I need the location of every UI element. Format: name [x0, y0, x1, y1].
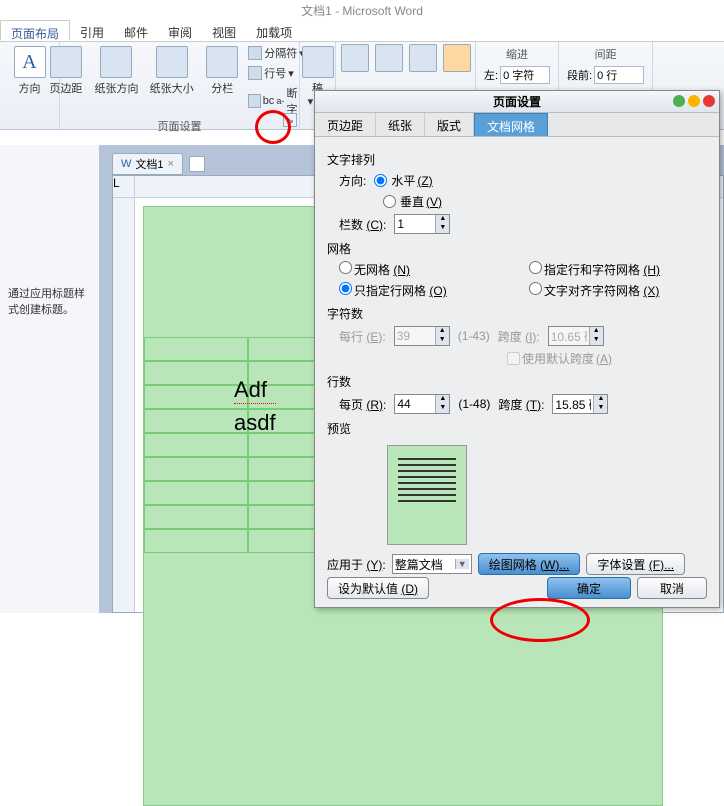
- indent-left-label: 左:: [484, 67, 498, 83]
- radio-no-grid[interactable]: 无网格 (N): [339, 261, 517, 278]
- dialog-tabs: 页边距 纸张 版式 文档网格: [315, 113, 719, 137]
- per-page-range: (1-48): [458, 397, 490, 411]
- minimize-button[interactable]: [673, 95, 685, 107]
- text-direction-button[interactable]: A 方向: [10, 44, 50, 98]
- columns-count-label: 栏数 (C):: [339, 216, 386, 233]
- ruler-corner: L: [113, 176, 135, 198]
- ribbon-tabs: 页面布局 引用 邮件 审阅 视图 加载项: [0, 20, 724, 42]
- lines-section: 行数: [327, 373, 707, 390]
- radio-horizontal[interactable]: 水平 (Z): [374, 172, 432, 189]
- watermark-icon: [302, 46, 334, 78]
- tab-references[interactable]: 引用: [70, 20, 114, 41]
- columns-button[interactable]: 分栏: [202, 44, 242, 118]
- tab-view[interactable]: 视图: [202, 20, 246, 41]
- indent-title: 缩进: [506, 46, 528, 62]
- per-line-spinner: ▲▼: [394, 326, 450, 346]
- ok-button[interactable]: 确定: [547, 577, 631, 599]
- preview-label: 预览: [327, 420, 707, 437]
- text-direction-section: 文字排列: [327, 151, 707, 168]
- columns-label: 分栏: [211, 80, 233, 96]
- orientation-icon: [100, 46, 132, 78]
- spacing-before-label: 段前:: [567, 67, 592, 83]
- breaks-label: 分隔符: [264, 45, 297, 61]
- apply-to-select[interactable]: 整篇文档▼: [392, 554, 472, 574]
- columns-spinner[interactable]: ▲▼: [394, 214, 450, 234]
- chars-section: 字符数: [327, 305, 707, 322]
- radio-char-grid[interactable]: 指定行和字符网格 (H): [529, 261, 707, 278]
- line-pitch-label: 跨度 (T):: [498, 396, 544, 413]
- columns-icon: [206, 46, 238, 78]
- per-page-spinner[interactable]: ▲▼: [394, 394, 450, 414]
- orientation-button[interactable]: 纸张方向: [92, 44, 141, 118]
- radio-align-grid[interactable]: 文字对齐字符网格 (X): [529, 282, 707, 299]
- apply-to-label: 应用于 (Y):: [327, 556, 386, 573]
- tab-document-grid[interactable]: 文档网格: [474, 113, 548, 136]
- maximize-button[interactable]: [688, 95, 700, 107]
- tab-paper[interactable]: 纸张: [376, 113, 425, 136]
- radio-line-grid[interactable]: 只指定行网格 (O): [339, 282, 517, 299]
- document-tab-label: 文档1: [135, 156, 163, 172]
- grid-section: 网格: [327, 240, 707, 257]
- document-text[interactable]: Adf asdf: [234, 377, 276, 436]
- document-tab-close[interactable]: ×: [168, 158, 174, 170]
- margins-button[interactable]: 页边距: [46, 44, 86, 118]
- radio-vertical[interactable]: 垂直 (V): [383, 193, 442, 210]
- nav-pane: 通过应用标题样式创建标题。: [0, 145, 100, 613]
- line-pitch-spinner[interactable]: ▲▼: [552, 394, 608, 414]
- char-pitch-spinner: ▲▼: [548, 326, 604, 346]
- tab-margins[interactable]: 页边距: [315, 113, 376, 136]
- breaks-icon: [248, 46, 262, 60]
- per-line-label: 每行 (E):: [339, 328, 386, 345]
- pagecolor-icon[interactable]: [341, 44, 369, 72]
- per-page-label: 每页 (R):: [339, 396, 386, 413]
- page-setup-dialog: 页面设置 页边距 纸张 版式 文档网格 文字排列 方向: 水平 (Z) 垂直 (…: [314, 90, 720, 608]
- dialog-body: 文字排列 方向: 水平 (Z) 垂直 (V) 栏数 (C): ▲▼ 网格 无网格…: [315, 137, 719, 583]
- effects-icon[interactable]: [409, 44, 437, 72]
- margins-icon: [50, 46, 82, 78]
- page-setup-dialog-launcher[interactable]: ↘: [283, 113, 297, 127]
- size-label: 纸张大小: [150, 80, 194, 96]
- tab-mailings[interactable]: 邮件: [114, 20, 158, 41]
- spacing-before-input[interactable]: [594, 66, 644, 84]
- close-button[interactable]: [703, 95, 715, 107]
- tab-review[interactable]: 审阅: [158, 20, 202, 41]
- document-tab[interactable]: W文档1×: [112, 153, 183, 175]
- per-line-range: (1-43): [458, 329, 490, 343]
- line-num-icon: [248, 66, 262, 80]
- size-button[interactable]: 纸张大小: [147, 44, 196, 118]
- window-title: 文档1 - Microsoft Word: [0, 0, 724, 20]
- nav-pane-text: 通过应用标题样式创建标题。: [8, 285, 91, 317]
- theme-icon[interactable]: [443, 44, 471, 72]
- draw-grid-button[interactable]: 绘图网格 (W)...: [478, 553, 581, 575]
- line-num-label: 行号: [264, 65, 286, 81]
- ruler-vertical[interactable]: [113, 198, 135, 612]
- tab-layout[interactable]: 版式: [425, 113, 474, 136]
- border-icon[interactable]: [375, 44, 403, 72]
- text-direction-icon: A: [14, 46, 46, 78]
- use-default-pitch-checkbox: 使用默认跨度 (A): [507, 350, 612, 367]
- margins-label: 页边距: [49, 80, 82, 96]
- indent-left-input[interactable]: [500, 66, 550, 84]
- cancel-button[interactable]: 取消: [637, 577, 707, 599]
- doc-line-1: Adf: [234, 377, 276, 404]
- text-direction-label: 方向: [19, 80, 41, 96]
- tab-page-layout[interactable]: 页面布局: [0, 20, 70, 41]
- hyphen-icon: [248, 94, 260, 108]
- size-icon: [156, 46, 188, 78]
- spacing-title: 间距: [595, 46, 617, 62]
- set-default-button[interactable]: 设为默认值 (D): [327, 577, 429, 599]
- doc-line-2: asdf: [234, 410, 276, 436]
- orientation-label: 纸张方向: [94, 80, 138, 96]
- dialog-title: 页面设置: [315, 91, 719, 113]
- new-doc-icon[interactable]: [189, 156, 205, 172]
- direction-label: 方向:: [339, 172, 366, 189]
- preview-box: [387, 445, 467, 545]
- tab-addins[interactable]: 加载项: [246, 20, 302, 41]
- font-settings-button[interactable]: 字体设置 (F)...: [586, 553, 685, 575]
- page-setup-group-label: 页面设置: [158, 118, 202, 136]
- char-pitch-label: 跨度 (I):: [498, 328, 540, 345]
